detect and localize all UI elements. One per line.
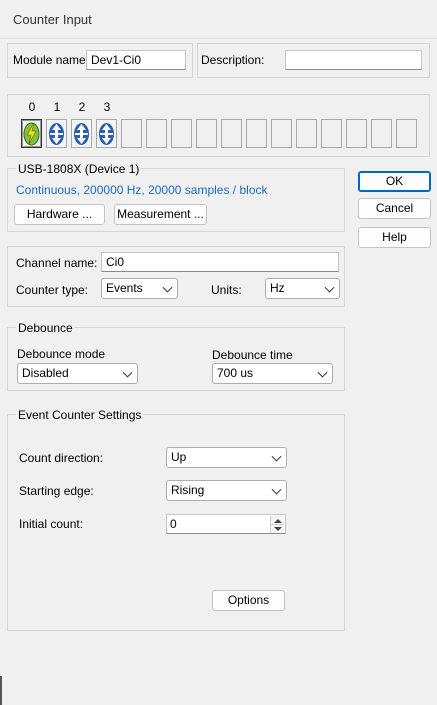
module-name-label: Module name:	[13, 53, 90, 67]
channel-slot-0[interactable]	[21, 119, 42, 148]
debounce-title: Debounce	[16, 321, 75, 335]
channel-slot-15[interactable]	[396, 119, 417, 148]
units-value: Hz	[270, 281, 285, 295]
channel-name-label: Channel name:	[16, 256, 98, 270]
hardware-button[interactable]: Hardware ...	[14, 204, 105, 225]
count-direction-select[interactable]: Up	[166, 447, 287, 468]
units-label: Units:	[211, 283, 242, 297]
initial-count-stepper[interactable]: 0	[166, 514, 286, 534]
window-edge-marker	[0, 676, 2, 705]
description-label: Description:	[201, 53, 265, 67]
arrow-down-icon	[274, 527, 282, 531]
initial-count-label: Initial count:	[19, 517, 84, 531]
decrement-button[interactable]	[270, 524, 284, 533]
debounce-mode-select[interactable]: Disabled	[17, 363, 138, 384]
module-name-input[interactable]: Dev1-Ci0	[86, 50, 186, 70]
measurement-button[interactable]: Measurement ...	[114, 204, 207, 225]
channel-slot-1[interactable]	[46, 119, 67, 148]
counter-type-label: Counter type:	[16, 283, 89, 297]
channel-slot-8[interactable]	[221, 119, 242, 148]
initial-count-value[interactable]: 0	[170, 517, 177, 531]
debounce-time-select[interactable]: 700 us	[212, 363, 333, 384]
channel-slot-5[interactable]	[146, 119, 167, 148]
debounce-time-value: 700 us	[217, 366, 254, 380]
counter-arrows-icon	[74, 123, 89, 145]
channel-number-0: 0	[28, 100, 36, 114]
channel-number-1: 1	[53, 100, 61, 114]
debounce-mode-value: Disabled	[22, 366, 69, 380]
starting-edge-value: Rising	[171, 483, 205, 497]
arrow-up-icon	[274, 519, 282, 523]
channel-slot-11[interactable]	[296, 119, 317, 148]
channel-slot-6[interactable]	[171, 119, 192, 148]
counter-type-select[interactable]: Events	[101, 278, 178, 299]
channel-slot-10[interactable]	[271, 119, 292, 148]
debounce-time-label: Debounce time	[212, 348, 293, 362]
increment-button[interactable]	[270, 516, 284, 524]
debounce-mode-label: Debounce mode	[17, 347, 106, 361]
chevron-down-icon	[271, 451, 282, 462]
title-divider	[0, 38, 437, 39]
channel-name-input[interactable]: Ci0	[101, 252, 339, 272]
help-button[interactable]: Help	[358, 227, 431, 248]
device-title: USB-1808X (Device 1)	[16, 162, 142, 176]
channel-slot-9[interactable]	[246, 119, 267, 148]
count-direction-value: Up	[171, 450, 187, 464]
channel-slot-4[interactable]	[121, 119, 142, 148]
counter-arrows-icon	[49, 123, 64, 145]
channel-slot-7[interactable]	[196, 119, 217, 148]
chevron-down-icon	[162, 282, 173, 293]
device-info-link[interactable]: Continuous, 200000 Hz, 20000 samples / b…	[16, 183, 268, 197]
chevron-down-icon	[122, 367, 133, 378]
count-direction-label: Count direction:	[19, 451, 104, 465]
channel-number-3: 3	[103, 100, 111, 114]
options-button[interactable]: Options	[212, 590, 285, 611]
chevron-down-icon	[317, 367, 328, 378]
counter-type-value: Events	[106, 281, 143, 295]
channel-slot-14[interactable]	[371, 119, 392, 148]
channel-slot-12[interactable]	[321, 119, 342, 148]
cancel-button[interactable]: Cancel	[358, 198, 431, 219]
event-settings-title: Event Counter Settings	[16, 408, 144, 422]
starting-edge-select[interactable]: Rising	[166, 480, 287, 501]
lightning-icon	[23, 122, 40, 146]
channel-slot-2[interactable]	[71, 119, 92, 148]
channel-number-2: 2	[78, 100, 86, 114]
ok-button[interactable]: OK	[358, 171, 431, 192]
starting-edge-label: Starting edge:	[19, 484, 94, 498]
units-select[interactable]: Hz	[265, 278, 340, 299]
window-title: Counter Input	[13, 12, 92, 27]
chevron-down-icon	[324, 282, 335, 293]
chevron-down-icon	[271, 484, 282, 495]
description-input[interactable]	[285, 50, 422, 70]
channel-slot-13[interactable]	[346, 119, 367, 148]
channel-slot-3[interactable]	[96, 119, 117, 148]
counter-arrows-icon	[99, 123, 114, 145]
